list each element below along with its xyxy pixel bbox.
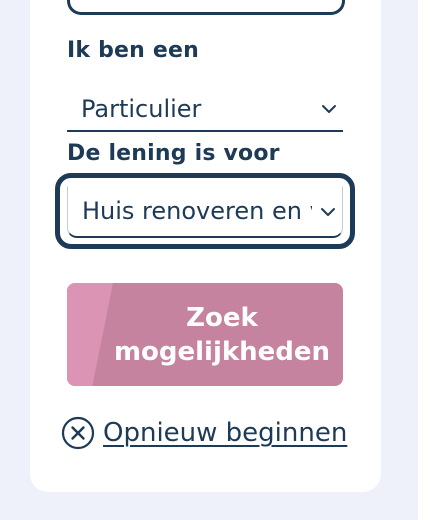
chevron-down-icon (322, 105, 336, 113)
customer-type-select[interactable]: Particulier (67, 90, 343, 132)
loan-purpose-value: Huis renoveren en verbouwen (82, 197, 312, 225)
reset-link-label: Opnieuw beginnen (103, 418, 348, 448)
close-circle-icon (61, 416, 95, 450)
loan-purpose-label: De lening is voor (67, 141, 280, 166)
search-button[interactable]: Zoek mogelijkheden (67, 283, 343, 386)
customer-type-value: Particulier (81, 95, 202, 123)
page: Ik ben een Particulier De lening is voor… (0, 0, 434, 520)
customer-type-label: Ik ben een (67, 38, 199, 63)
search-button-label: Zoek mogelijkheden (113, 303, 331, 367)
reset-link[interactable]: Opnieuw beginnen (61, 414, 347, 452)
chevron-down-icon (321, 208, 335, 216)
loan-purpose-select[interactable]: Huis renoveren en verbouwen (67, 186, 343, 238)
previous-field[interactable] (67, 0, 345, 15)
